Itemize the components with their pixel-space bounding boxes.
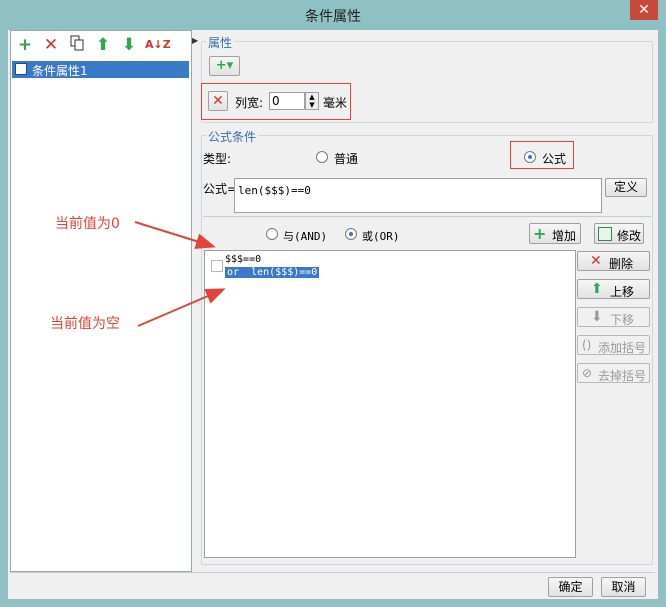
ok-button[interactable]: 确定: [548, 577, 593, 597]
cancel-button[interactable]: 取消: [601, 577, 646, 597]
annotation-arrow-empty: [137, 288, 226, 327]
annotation-arrow-zero: [134, 221, 216, 249]
footer-divider: [10, 572, 655, 573]
annotation-arrows: [134, 221, 226, 327]
